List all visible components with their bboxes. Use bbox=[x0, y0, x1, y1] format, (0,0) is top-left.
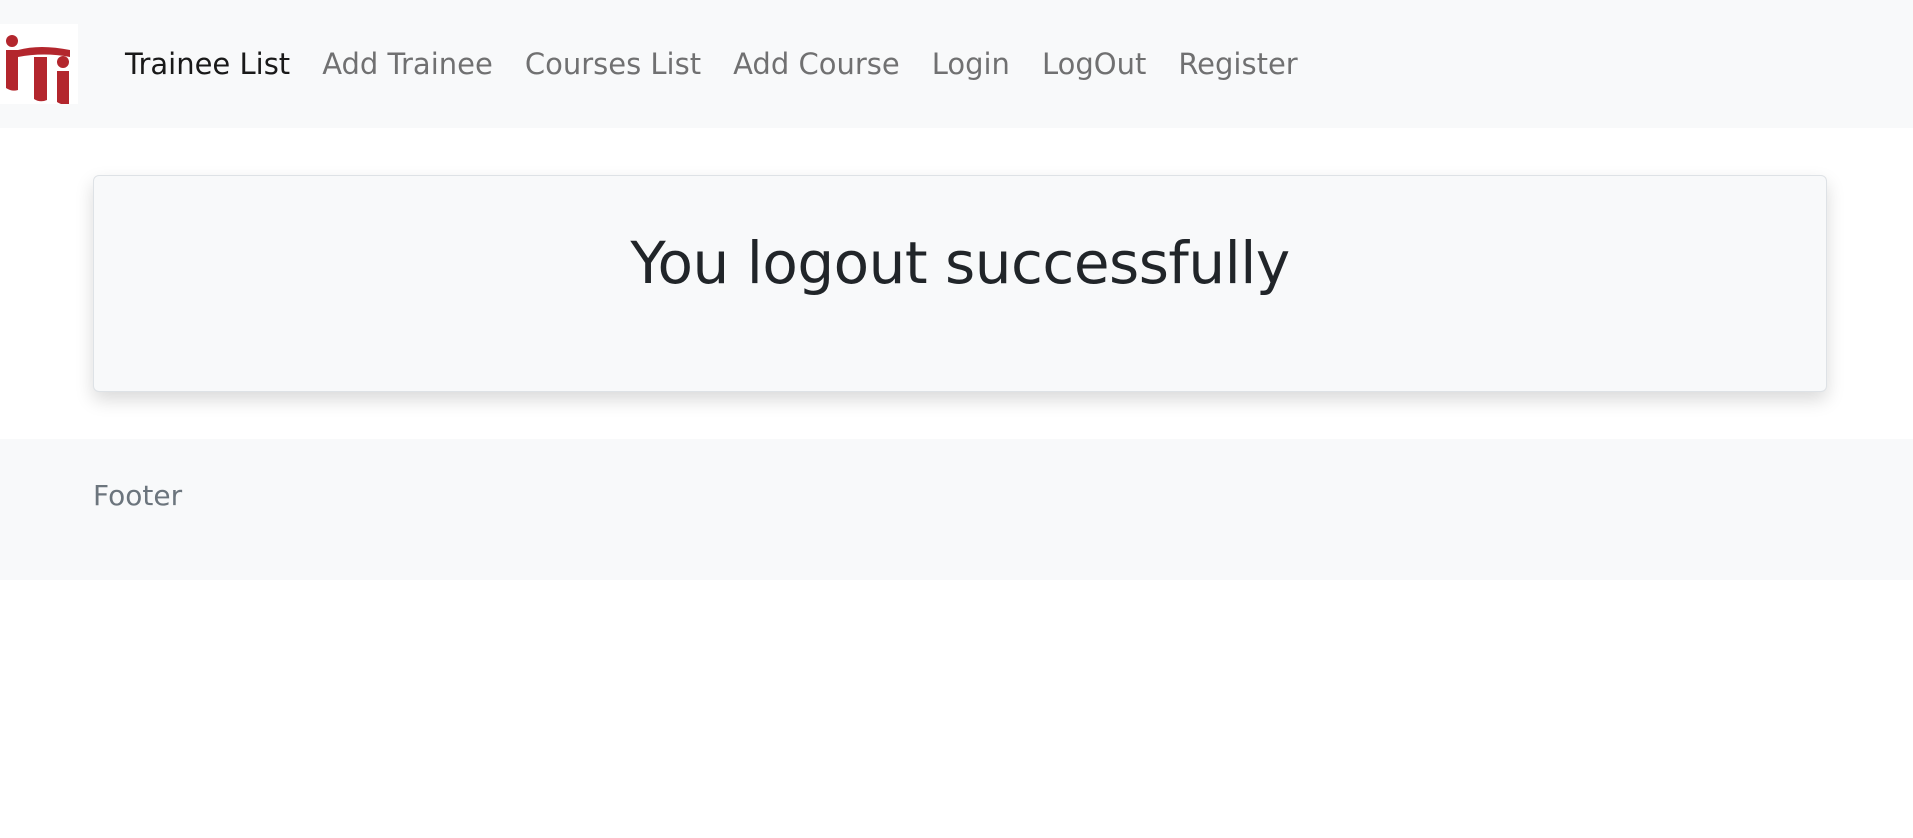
logout-message: You logout successfully bbox=[630, 229, 1290, 297]
logout-message-card: You logout successfully bbox=[93, 175, 1827, 392]
nav-add-course[interactable]: Add Course bbox=[717, 49, 916, 79]
nav-login[interactable]: Login bbox=[916, 49, 1026, 79]
iti-logo[interactable] bbox=[0, 24, 78, 104]
footer-text: Footer bbox=[93, 479, 183, 512]
nav-add-trainee[interactable]: Add Trainee bbox=[306, 49, 509, 79]
main-nav: Trainee List Add Trainee Courses List Ad… bbox=[109, 0, 1314, 128]
nav-logout[interactable]: LogOut bbox=[1026, 49, 1162, 79]
nav-courses-list[interactable]: Courses List bbox=[509, 49, 717, 79]
navbar: Trainee List Add Trainee Courses List Ad… bbox=[0, 0, 1913, 128]
nav-register[interactable]: Register bbox=[1162, 49, 1313, 79]
footer: Footer bbox=[0, 439, 1913, 580]
nav-trainee-list[interactable]: Trainee List bbox=[109, 49, 306, 79]
iti-logo-icon bbox=[6, 35, 70, 104]
